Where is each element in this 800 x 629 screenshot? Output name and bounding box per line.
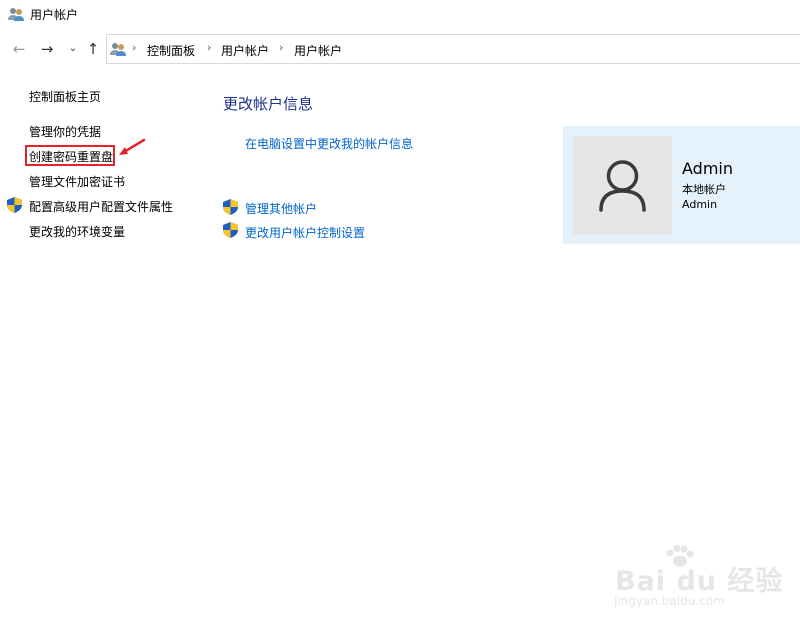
sidebar-item-manage-file-encryption-certs[interactable]: 管理文件加密证书 [29,173,125,190]
page-heading: 更改帐户信息 [223,95,314,113]
arrow-up-icon[interactable]: ↑ [84,40,102,58]
title-bar: 用户帐户 [0,0,800,28]
shield-icon [7,197,22,213]
breadcrumb-user-accounts-current[interactable]: 用户帐户 [294,42,342,59]
account-name: Admin [682,159,733,178]
avatar [573,136,672,235]
sidebar-item-change-environment-variables[interactable]: 更改我的环境变量 [29,223,125,240]
user-silhouette-icon [599,160,646,212]
shield-icon [223,199,238,215]
account-type: 本地帐户 [682,183,726,196]
breadcrumb-user-accounts[interactable]: 用户帐户 [221,42,269,59]
account-card: Admin 本地帐户 Admin [563,126,800,244]
change-uac-settings-link[interactable]: 更改用户帐户控制设置 [245,224,365,241]
red-arrow-icon [119,138,146,155]
arrow-left-icon[interactable]: ← [10,40,28,58]
chevron-right-icon: › [132,41,137,54]
watermark-brand: Bai du 经验 [615,566,784,597]
shield-icon [223,222,238,238]
chevron-right-icon[interactable]: › [279,41,283,54]
manage-other-accounts-link[interactable]: 管理其他帐户 [245,200,317,217]
sidebar-item-advanced-user-profile[interactable]: 配置高级用户配置文件属性 [29,198,173,215]
account-group: Admin [682,198,718,211]
highlight-box [25,145,115,166]
users-icon [8,8,24,21]
baidu-watermark: Bai du 经验 jingyan.baidu.com [612,545,782,615]
window-title: 用户帐户 [30,8,79,22]
arrow-right-icon[interactable]: → [38,40,56,58]
users-icon [110,43,126,56]
chevron-down-icon[interactable]: ⌄ [64,40,82,58]
address-bar[interactable]: › 控制面板 › 用户帐户 › 用户帐户 [106,34,800,64]
sidebar-item-manage-credentials[interactable]: 管理你的凭据 [29,123,101,140]
navigation-bar: ← → ⌄ ↑ › 控制面板 › 用户帐户 › 用户帐户 [0,32,800,66]
change-account-in-pc-settings-link[interactable]: 在电脑设置中更改我的帐户信息 [245,135,413,152]
watermark-url: jingyan.baidu.com [614,594,725,608]
breadcrumb-control-panel[interactable]: 控制面板 [147,42,195,59]
sidebar-item-control-panel-home[interactable]: 控制面板主页 [29,88,101,105]
chevron-right-icon[interactable]: › [207,41,211,54]
